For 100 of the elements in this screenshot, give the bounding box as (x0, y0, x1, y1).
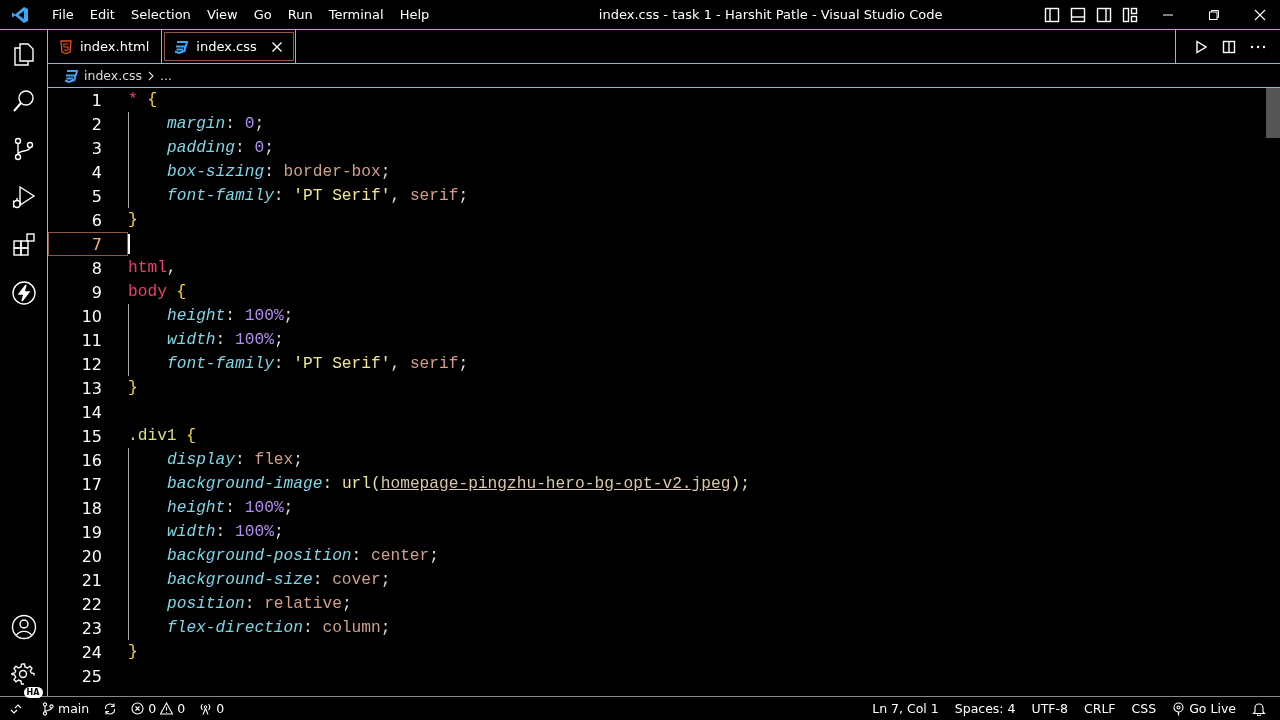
go-live-button[interactable]: Go Live (1172, 701, 1236, 716)
sidebar-toggle-icon[interactable] (1044, 6, 1060, 23)
ports-button[interactable]: 0 (199, 701, 225, 716)
broadcast-icon (199, 702, 213, 715)
line-number: 24 (80, 642, 102, 662)
code-line: margin: 0; (166, 115, 265, 133)
html-file-icon (60, 39, 72, 54)
line-number: 7 (90, 234, 102, 254)
line-number: 2 (90, 114, 102, 134)
more-icon[interactable] (1250, 44, 1266, 49)
sync-icon[interactable] (103, 701, 118, 716)
branch-button[interactable]: main (42, 701, 90, 716)
line-number: 22 (80, 594, 102, 614)
editor-tab[interactable]: index.html (48, 30, 163, 63)
menu-item[interactable]: Help (391, 7, 438, 22)
line-number: 4 (90, 162, 102, 182)
line-number: 25 (80, 666, 102, 686)
code-line: display: flex; (166, 451, 303, 469)
code-line: height: 100%; (166, 499, 294, 517)
line-number: 1 (90, 90, 102, 110)
menu-item[interactable]: Go (245, 7, 280, 22)
vscode-logo-icon (11, 5, 29, 24)
tab-label: index.html (80, 39, 150, 54)
line-number: 13 (80, 378, 102, 398)
line-number: 14 (80, 402, 102, 422)
chevron-right-icon (148, 70, 155, 81)
css-file-icon (174, 39, 189, 54)
line-number: 21 (80, 570, 102, 590)
code-line: .div1 { (128, 427, 196, 445)
menu-item[interactable]: Terminal (320, 7, 392, 22)
lightning-icon[interactable] (10, 280, 37, 306)
broadcast-icon (1172, 701, 1186, 716)
code-line: flex-direction: column; (166, 619, 391, 637)
code-line: * { (128, 91, 158, 109)
layout-icon[interactable] (1122, 6, 1138, 23)
code-line: height: 100%; (166, 307, 294, 325)
account-icon[interactable] (10, 614, 37, 640)
account-badge: HA (23, 687, 43, 698)
code-line: } (128, 211, 138, 229)
editor-tab[interactable]: index.css (162, 30, 296, 63)
warning-icon (160, 702, 174, 715)
menu-item[interactable]: View (198, 7, 246, 22)
code-line: font-family: 'PT Serif', serif; (166, 355, 469, 373)
settings-icon[interactable] (10, 662, 37, 688)
code-line: width: 100%; (166, 331, 284, 349)
status-item[interactable]: UTF-8 (1031, 701, 1068, 716)
split-editor-icon[interactable] (1222, 39, 1236, 54)
menu-item[interactable]: Selection (122, 7, 199, 22)
text-cursor (128, 234, 130, 254)
bell-icon[interactable] (1252, 701, 1266, 716)
line-number: 3 (90, 138, 102, 158)
breadcrumb-item[interactable]: ... (160, 68, 172, 83)
run-icon[interactable] (1194, 39, 1208, 54)
code-line: background-size: cover; (166, 571, 391, 589)
line-number: 6 (90, 210, 102, 230)
status-item[interactable]: Ln 7, Col 1 (872, 701, 939, 716)
panel-toggle-icon[interactable] (1070, 6, 1086, 23)
css-file-icon (64, 68, 78, 83)
search-icon[interactable] (10, 88, 37, 114)
line-number: 23 (80, 618, 102, 638)
code-line: html, (128, 259, 177, 277)
line-number: 9 (90, 282, 102, 302)
line-number: 15 (80, 426, 102, 446)
secondary-sidebar-icon[interactable] (1096, 6, 1112, 23)
close-icon[interactable] (270, 40, 283, 53)
line-number: 5 (90, 186, 102, 206)
branch-icon (42, 701, 54, 716)
status-item[interactable]: CSS (1131, 701, 1157, 716)
line-number: 12 (80, 354, 102, 374)
code-line: background-image: url(homepage-pingzhu-hero-bg-opt-v2.jpeg); (166, 475, 750, 493)
line-number: 11 (80, 330, 102, 350)
error-icon (131, 702, 145, 715)
menu-item[interactable]: File (44, 7, 82, 22)
status-item[interactable]: Spaces: 4 (954, 701, 1016, 716)
code-line: position: relative; (166, 595, 352, 613)
breadcrumb-item[interactable]: index.css (84, 68, 143, 83)
code-line: width: 100%; (166, 523, 284, 541)
line-number: 20 (80, 546, 102, 566)
line-number: 17 (80, 474, 102, 494)
problems-button[interactable]: 0 0 (131, 701, 186, 716)
window-title: index.css - task 1 - Harshit Patle - Visual Studio Code (597, 7, 944, 22)
code-line: box-sizing: border-box; (166, 163, 391, 181)
line-number: 8 (90, 258, 102, 278)
status-item[interactable]: CRLF (1083, 701, 1116, 716)
code-line: } (128, 643, 138, 661)
scrollbar-thumb[interactable] (1266, 88, 1280, 138)
line-number: 10 (80, 306, 102, 326)
tab-label: index.css (196, 39, 257, 54)
restore-icon[interactable] (1208, 8, 1220, 21)
menu-item[interactable]: Edit (81, 7, 123, 22)
extensions-icon[interactable] (10, 232, 37, 258)
run-debug-icon[interactable] (10, 184, 37, 210)
code-line: body { (128, 283, 187, 301)
code-line: font-family: 'PT Serif', serif; (166, 187, 469, 205)
close-icon[interactable] (1254, 8, 1266, 21)
code-line: padding: 0; (166, 139, 274, 157)
menu-item[interactable]: Run (279, 7, 321, 22)
code-line: background-position: center; (166, 547, 440, 565)
code-line: } (128, 379, 138, 397)
remote-icon[interactable] (10, 702, 22, 715)
